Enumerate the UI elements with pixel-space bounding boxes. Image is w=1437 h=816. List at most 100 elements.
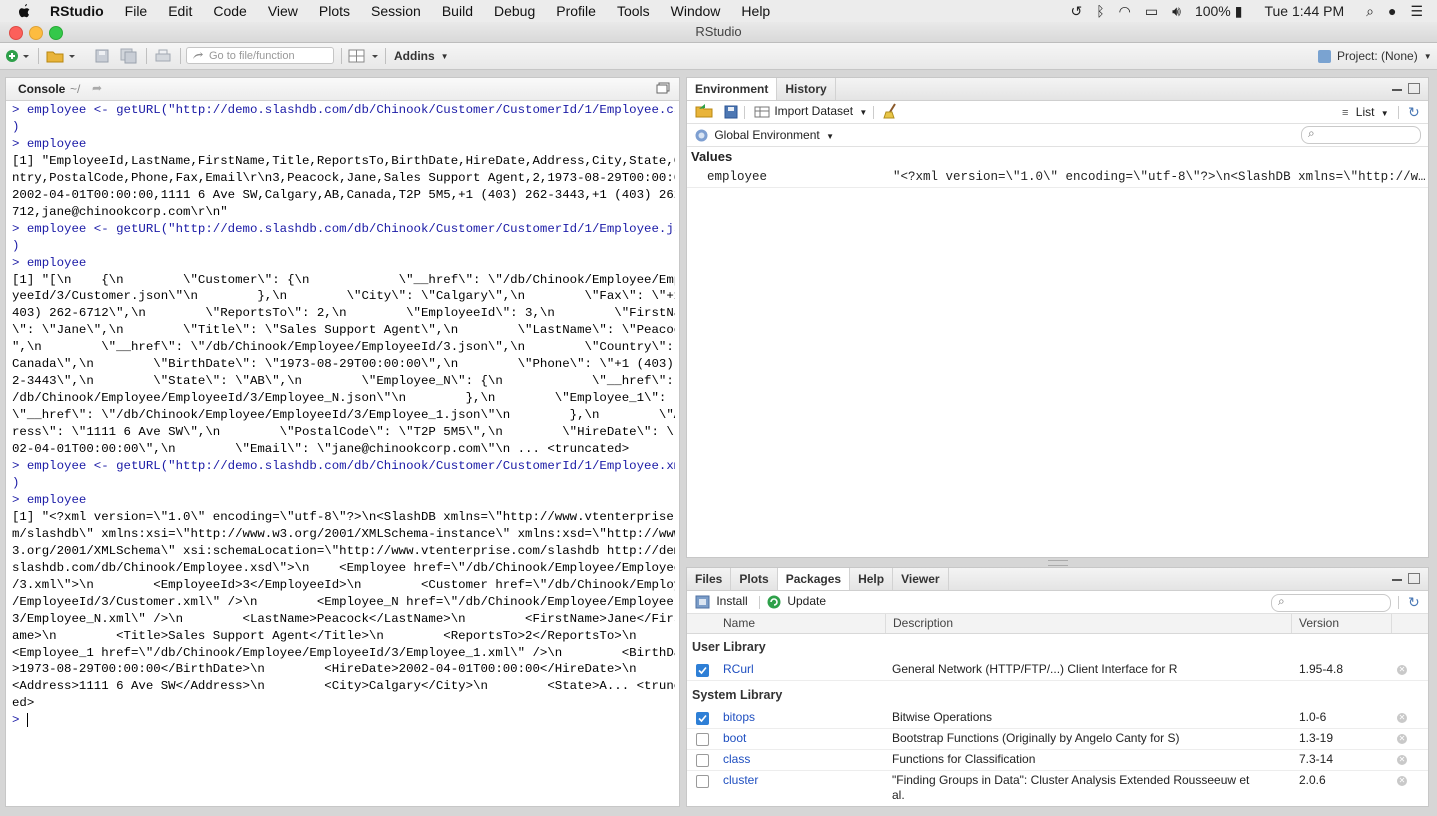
spotlight-search-icon[interactable]: ⌕ xyxy=(1366,3,1374,20)
console-input-line: > employee <- getURL("http://demo.slashd… xyxy=(12,221,675,236)
minimize-pane-icon[interactable] xyxy=(1392,579,1402,581)
refresh-environment-icon[interactable]: ↻ xyxy=(1408,104,1420,121)
tab-packages[interactable]: Packages xyxy=(777,568,851,590)
load-workspace-button[interactable] xyxy=(695,104,713,121)
tab-files[interactable]: Files xyxy=(687,568,732,590)
package-row: cluster "Finding Groups in Data": Cluste… xyxy=(687,770,1428,806)
maximize-pane-icon[interactable] xyxy=(1408,573,1420,584)
menu-view[interactable]: View xyxy=(268,3,298,19)
console-output-line: >1973-08-29T00:00:00</BirthDate>\n <Hire… xyxy=(12,662,637,677)
menu-window[interactable]: Window xyxy=(671,3,721,19)
main-toolbar: Go to file/function Addins ▼ Project: (N… xyxy=(0,43,1437,70)
remove-package-icon[interactable]: ✕ xyxy=(1397,776,1407,786)
close-window-button[interactable] xyxy=(9,26,23,40)
menu-debug[interactable]: Debug xyxy=(494,3,535,19)
column-version[interactable]: Version xyxy=(1299,616,1339,630)
remove-package-icon[interactable]: ✕ xyxy=(1397,713,1407,723)
package-row: boot Bootstrap Functions (Originally by … xyxy=(687,728,1428,750)
goto-arrow-icon xyxy=(193,52,203,59)
package-name[interactable]: cluster xyxy=(723,773,758,787)
menu-edit[interactable]: Edit xyxy=(168,3,192,19)
package-description: Bootstrap Functions (Originally by Angel… xyxy=(892,731,1180,745)
menu-plots[interactable]: Plots xyxy=(319,3,350,19)
bluetooth-icon[interactable]: ᛒ xyxy=(1096,3,1104,19)
packages-table-header: Name Description Version xyxy=(687,614,1428,634)
tab-history[interactable]: History xyxy=(777,78,836,100)
go-to-file-input[interactable]: Go to file/function xyxy=(186,47,334,64)
console-output[interactable]: > employee <- getURL("http://demo.slashd… xyxy=(12,102,675,806)
tab-viewer[interactable]: Viewer xyxy=(893,568,949,590)
menu-profile[interactable]: Profile xyxy=(556,3,596,19)
package-checkbox[interactable] xyxy=(696,712,709,725)
remove-package-icon[interactable]: ✕ xyxy=(1397,734,1407,744)
wifi-icon[interactable]: ◠ xyxy=(1119,3,1131,20)
clear-workspace-broom-icon[interactable] xyxy=(883,103,899,122)
console-input-line: > xyxy=(12,713,28,728)
apple-logo-icon[interactable] xyxy=(16,3,32,19)
package-checkbox[interactable] xyxy=(696,775,709,788)
tab-plots[interactable]: Plots xyxy=(731,568,778,590)
update-packages-button[interactable]: Update xyxy=(767,594,826,609)
tab-help[interactable]: Help xyxy=(850,568,894,590)
workspace-panes-button[interactable] xyxy=(348,47,380,65)
package-name[interactable]: bitops xyxy=(723,710,755,724)
install-packages-button[interactable]: Install xyxy=(695,594,748,609)
console-header: Console ~/ ➦ xyxy=(6,78,679,101)
package-name[interactable]: class xyxy=(723,752,750,766)
package-checkbox[interactable] xyxy=(696,664,709,677)
save-all-button[interactable] xyxy=(120,47,138,65)
time-machine-icon[interactable]: ↺ xyxy=(1071,3,1083,20)
column-name[interactable]: Name xyxy=(723,616,755,630)
save-button[interactable] xyxy=(94,47,110,65)
package-checkbox[interactable] xyxy=(696,733,709,746)
menu-help[interactable]: Help xyxy=(741,3,770,19)
menu-tools[interactable]: Tools xyxy=(617,3,650,19)
notification-center-icon[interactable]: ☰ xyxy=(1410,3,1423,20)
console-output-line: /3.xml\">\n <EmployeeId>3</EmployeeId>\n… xyxy=(12,577,675,592)
maximize-pane-icon[interactable] xyxy=(1408,83,1420,94)
minimize-pane-icon[interactable] xyxy=(1392,89,1402,91)
goto-working-dir-icon[interactable]: ➦ xyxy=(92,81,102,95)
packages-search-input[interactable]: ⌕ xyxy=(1271,594,1391,612)
menu-rstudio[interactable]: RStudio xyxy=(50,3,104,19)
zoom-window-button[interactable] xyxy=(49,26,63,40)
minimize-window-button[interactable] xyxy=(29,26,43,40)
console-tab[interactable]: Console xyxy=(18,82,65,96)
clock[interactable]: Tue 1:44 PM xyxy=(1264,3,1344,19)
environment-tabs: Environment History xyxy=(687,78,1428,101)
console-output-line: 2-3443\",\n \"State\": \"AB\",\n \"Emplo… xyxy=(12,374,675,389)
battery-icon[interactable]: ▮ xyxy=(1235,3,1243,20)
package-name[interactable]: boot xyxy=(723,731,746,745)
menu-session[interactable]: Session xyxy=(371,3,421,19)
environment-row[interactable]: employee "<?xml version=\"1.0\" encoding… xyxy=(687,167,1428,188)
column-description[interactable]: Description xyxy=(893,616,953,630)
user-library-label: User Library xyxy=(692,640,766,654)
pane-splitter-grip[interactable] xyxy=(1048,560,1068,566)
view-mode-menu[interactable]: ≡ List ▼ xyxy=(1342,105,1389,119)
scope-selector[interactable]: Global Environment ▼ xyxy=(695,128,834,142)
package-name[interactable]: RCurl xyxy=(723,662,754,676)
new-file-button[interactable] xyxy=(4,47,30,65)
environment-search-input[interactable]: ⌕ xyxy=(1301,126,1421,144)
print-button[interactable] xyxy=(154,47,172,65)
project-menu-button[interactable]: Project: (None) ▼ xyxy=(1318,47,1432,65)
menu-file[interactable]: File xyxy=(125,3,148,19)
package-checkbox[interactable] xyxy=(696,754,709,767)
maximize-console-icon[interactable] xyxy=(656,82,670,97)
remove-package-icon[interactable]: ✕ xyxy=(1397,755,1407,765)
menu-code[interactable]: Code xyxy=(213,3,246,19)
volume-icon[interactable]: 🔊︎ xyxy=(1172,3,1181,20)
import-dataset-button[interactable]: Import Dataset ▼ xyxy=(753,104,867,119)
environment-scope-bar: Global Environment ▼ ⌕ xyxy=(687,124,1428,147)
environment-pane: Environment History Import Dataset ▼ ≡ L… xyxy=(686,77,1429,558)
addins-menu-button[interactable]: Addins ▼ xyxy=(394,47,449,65)
save-workspace-button[interactable] xyxy=(724,105,738,122)
window-titlebar: RStudio xyxy=(0,22,1437,43)
airplay-icon[interactable]: ▭ xyxy=(1145,3,1158,20)
remove-package-icon[interactable]: ✕ xyxy=(1397,665,1407,675)
menu-build[interactable]: Build xyxy=(442,3,473,19)
open-file-button[interactable] xyxy=(46,47,76,65)
tab-environment[interactable]: Environment xyxy=(687,78,778,100)
siri-icon[interactable]: ● xyxy=(1388,3,1396,19)
refresh-packages-icon[interactable]: ↻ xyxy=(1408,594,1420,611)
